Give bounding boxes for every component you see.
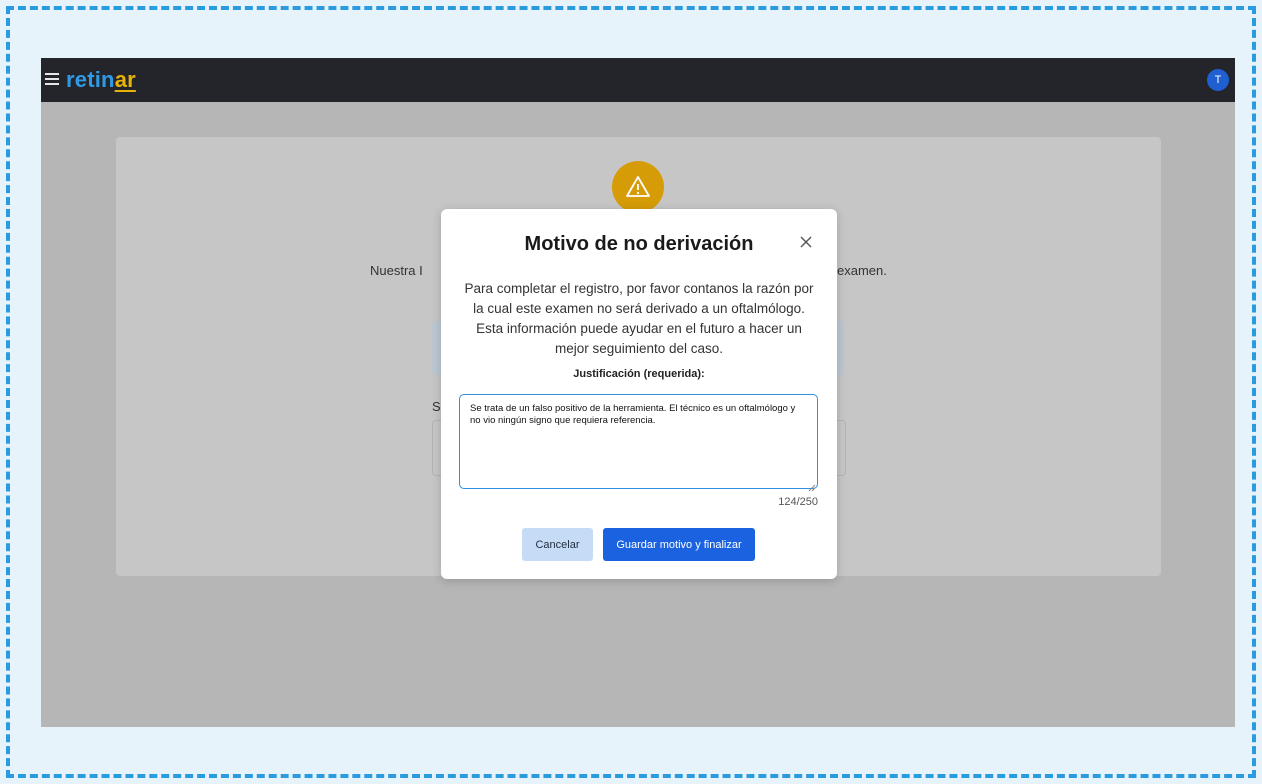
char-counter: 124/250: [778, 496, 818, 508]
logo-text-ar: ar: [114, 67, 136, 92]
no-referral-reason-modal: Motivo de no derivación Para completar e…: [441, 209, 837, 579]
save-and-finish-button[interactable]: Guardar motivo y finalizar: [603, 528, 755, 561]
modal-title: Motivo de no derivación: [524, 233, 754, 255]
justification-label: Justificación (requerida):: [573, 368, 705, 380]
top-navbar: retinar T: [41, 58, 1235, 102]
modal-description: Para completar el registro, por favor co…: [464, 281, 814, 356]
background-text-left: Nuestra I: [370, 263, 423, 278]
menu-icon[interactable]: [45, 71, 59, 85]
background-label: S: [432, 399, 441, 414]
justification-textarea[interactable]: Se trata de un falso positivo de la herr…: [459, 394, 818, 489]
resize-handle-icon[interactable]: [808, 479, 816, 492]
user-avatar[interactable]: T: [1207, 69, 1229, 91]
app-logo[interactable]: retinar: [66, 67, 136, 93]
cancel-button[interactable]: Cancelar: [522, 528, 593, 561]
close-icon[interactable]: [799, 235, 813, 249]
background-text-right: examen.: [837, 263, 887, 278]
logo-text-retin: retin: [66, 67, 115, 92]
warning-icon: [612, 161, 664, 213]
